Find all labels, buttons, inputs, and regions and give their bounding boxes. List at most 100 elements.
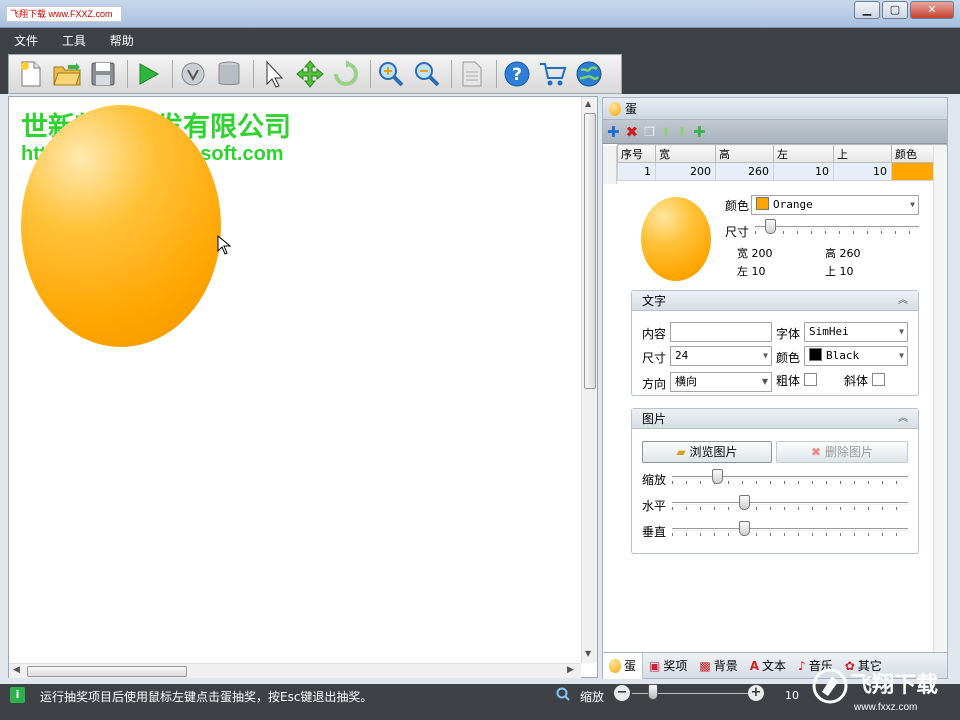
move-up-icon[interactable]: ⬆ <box>661 123 671 141</box>
tab-egg[interactable]: 蛋 <box>603 652 644 679</box>
lottery-egg[interactable] <box>21 105 221 347</box>
add-green-icon[interactable]: ✚ <box>693 123 706 141</box>
egg-icon <box>609 101 621 116</box>
image-section-header[interactable]: 图片 ︽ <box>632 409 918 429</box>
text-section: 文字 ︽ 内容 字体 SimHei ▼ 尺寸 24 ▼ 颜色 Black ▼ 方向 横… <box>631 290 919 396</box>
zoom-out-icon[interactable] <box>411 58 443 90</box>
panel-vertical-scrollbar[interactable] <box>933 146 947 654</box>
text-section-header[interactable]: 文字 ︽ <box>632 291 918 311</box>
menu-tools[interactable]: 工具 <box>62 28 86 54</box>
delete-image-button[interactable]: ✖ 删除图片 <box>776 441 908 463</box>
close-button[interactable]: ✕ <box>910 1 954 19</box>
col-height[interactable]: 高 <box>715 144 774 163</box>
menu-file[interactable]: 文件 <box>14 28 38 54</box>
image-vertical-slider[interactable] <box>672 521 908 539</box>
magnifier-icon <box>556 687 570 701</box>
move-icon[interactable] <box>294 58 326 90</box>
cell-index: 1 <box>617 162 656 181</box>
delete-icon: ✖ <box>811 445 822 459</box>
height-label: 高 <box>825 247 836 260</box>
bold-checkbox[interactable] <box>804 373 817 386</box>
color-swatch <box>756 197 769 210</box>
tab-prizes[interactable]: ▣ 奖项 <box>643 653 693 679</box>
scroll-left-icon[interactable]: ◀ <box>13 665 20 675</box>
bold-label: 粗体 <box>776 374 801 388</box>
egg-color-select[interactable]: Orange ▼ <box>751 195 919 215</box>
cell-top: 10 <box>833 162 892 181</box>
left-label: 左 <box>737 265 748 278</box>
menu-help[interactable]: 帮助 <box>110 28 134 54</box>
text-content-input[interactable] <box>670 322 772 342</box>
text-color-select[interactable]: Black ▼ <box>804 346 908 366</box>
font-select[interactable]: SimHei ▼ <box>804 322 908 342</box>
egg-preview <box>641 197 711 281</box>
copy-icon[interactable]: ❐ <box>644 123 655 141</box>
left-value: 10 <box>751 265 766 278</box>
color-label: 颜色 <box>725 199 750 213</box>
horizontal-label: 水平 <box>642 499 667 513</box>
chevron-down-icon: ▼ <box>899 351 904 360</box>
zoom-in-icon[interactable] <box>375 58 407 90</box>
svg-text:?: ? <box>512 65 522 85</box>
play-icon[interactable] <box>132 58 164 90</box>
scroll-thumb[interactable] <box>584 113 596 389</box>
help-icon[interactable]: ? <box>501 58 533 90</box>
zoom-slider-thumb[interactable] <box>648 684 658 700</box>
document-icon[interactable] <box>456 58 488 90</box>
maximize-button[interactable]: ▢ <box>882 1 908 19</box>
canvas-vertical-scrollbar[interactable]: ▲ ▼ <box>581 97 597 663</box>
delete-icon[interactable]: ✖ <box>626 123 639 141</box>
zoom-value: 10 <box>785 689 799 702</box>
site-watermark-logo: 飞翔下载 www.fxxz.com <box>812 668 938 713</box>
tab-text[interactable]: A 文本 <box>744 653 792 679</box>
egg-size-slider[interactable] <box>755 219 919 237</box>
save-icon[interactable] <box>87 58 119 90</box>
zoom-in-button[interactable]: + <box>748 685 764 701</box>
status-message: 运行抽奖项目后使用鼠标左键点击蛋抽奖，按Esc键退出抽奖。 <box>40 690 373 704</box>
rotate-icon[interactable] <box>330 58 362 90</box>
minimize-button[interactable]: ▁ <box>854 1 880 19</box>
open-icon[interactable] <box>51 58 83 90</box>
image-scale-slider[interactable] <box>672 469 908 487</box>
property-panel: 蛋 ✚ ✖ ❐ ⬆ ⬇ ✚ 序号 宽 高 左 上 颜色 1 200 260 10… <box>602 97 948 679</box>
col-top[interactable]: 上 <box>833 144 892 163</box>
direction-select[interactable]: 横向 ▼ <box>670 372 772 392</box>
scale-label: 缩放 <box>642 473 667 487</box>
table-row[interactable]: 1 200 260 10 10 <box>617 162 947 181</box>
mouse-cursor-icon <box>217 235 231 255</box>
italic-checkbox[interactable] <box>872 373 885 386</box>
image-horizontal-slider[interactable] <box>672 495 908 513</box>
col-index[interactable]: 序号 <box>617 144 656 163</box>
collapse-icon[interactable]: ︽ <box>898 291 908 311</box>
new-icon[interactable] <box>15 58 47 90</box>
preview-canvas[interactable]: 世新软件开发有限公司 http://www.sxruninsoft.com ▲ … <box>8 96 598 678</box>
tab-background[interactable]: ▩ 背景 <box>693 653 743 679</box>
watermark-url: www.fxxz.com <box>853 702 917 713</box>
chevron-down-icon: ▼ <box>761 377 768 386</box>
database-icon[interactable] <box>213 58 245 90</box>
chevron-down-icon: ▼ <box>763 351 768 360</box>
zoom-out-button[interactable]: − <box>614 685 630 701</box>
statistics-icon[interactable] <box>177 58 209 90</box>
scroll-up-icon[interactable]: ▲ <box>585 99 591 108</box>
shop-cart-icon[interactable] <box>537 58 569 90</box>
collapse-icon[interactable]: ︽ <box>898 409 908 429</box>
canvas-horizontal-scrollbar[interactable]: ◀ ▶ <box>9 663 581 678</box>
panel-header: 蛋 <box>603 98 947 120</box>
text-size-select[interactable]: 24 ▼ <box>670 346 772 366</box>
chevron-down-icon: ▼ <box>910 200 915 209</box>
scroll-down-icon[interactable]: ▼ <box>585 649 591 658</box>
add-icon[interactable]: ✚ <box>607 123 620 141</box>
browse-image-button[interactable]: ▰ 浏览图片 <box>642 441 772 463</box>
scroll-thumb[interactable] <box>27 666 187 677</box>
move-down-icon[interactable]: ⬇ <box>677 123 687 141</box>
height-value: 260 <box>839 247 861 260</box>
pointer-icon[interactable] <box>258 58 290 90</box>
col-width[interactable]: 宽 <box>655 144 716 163</box>
panel-title: 蛋 <box>625 102 638 116</box>
main-toolbar: ? <box>8 54 622 94</box>
scroll-right-icon[interactable]: ▶ <box>567 665 574 675</box>
globe-icon[interactable] <box>573 58 605 90</box>
col-left[interactable]: 左 <box>773 144 834 163</box>
content-label: 内容 <box>642 327 667 341</box>
